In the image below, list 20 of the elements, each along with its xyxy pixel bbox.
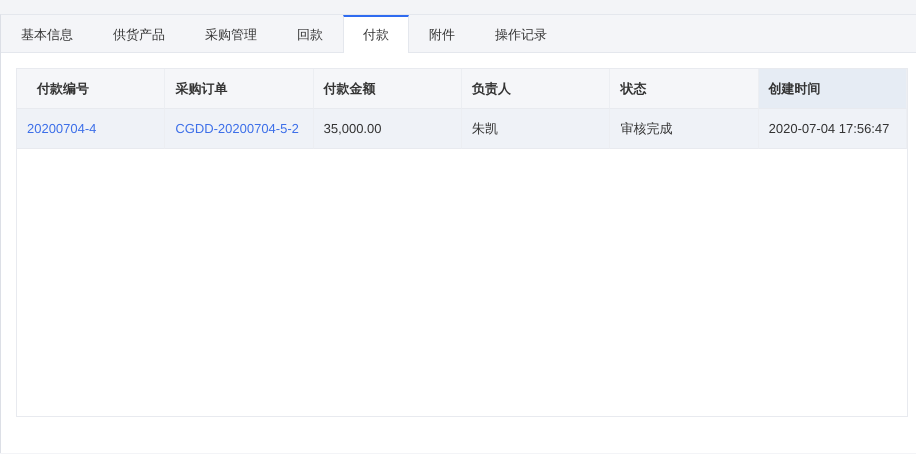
table-cell: 35,000.00 (314, 109, 462, 149)
table-link[interactable]: 20200704-4 (17, 109, 166, 149)
table-cell: 2020-07-04 17:56:47 (758, 109, 907, 149)
tab[interactable]: 操作记录 (475, 15, 567, 52)
column-header[interactable]: 付款编号 (17, 69, 166, 109)
tab[interactable]: 采购管理 (185, 15, 277, 52)
tab[interactable]: 基本信息 (1, 15, 93, 52)
tab[interactable]: 回款 (277, 15, 343, 52)
column-header[interactable]: 付款金额 (314, 69, 462, 109)
table-row[interactable]: 20200704-4 CGDD-20200704-5-2 35,000.00 朱凯 审核完成 2020-07-04 17:56:47 (17, 109, 907, 149)
table-link[interactable]: CGDD-20200704-5-2 (165, 109, 314, 149)
tab[interactable]: 付款 (343, 15, 409, 53)
column-header[interactable]: 负责人 (462, 69, 610, 109)
column-header[interactable]: 状态 (610, 69, 759, 109)
column-header[interactable]: 创建时间 (758, 69, 907, 109)
tab[interactable]: 附件 (409, 15, 475, 52)
column-header[interactable]: 采购订单 (165, 69, 314, 109)
table-cell: 审核完成 (610, 109, 759, 149)
table-cell: 朱凯 (462, 109, 610, 149)
tab[interactable]: 供货产品 (93, 15, 185, 52)
